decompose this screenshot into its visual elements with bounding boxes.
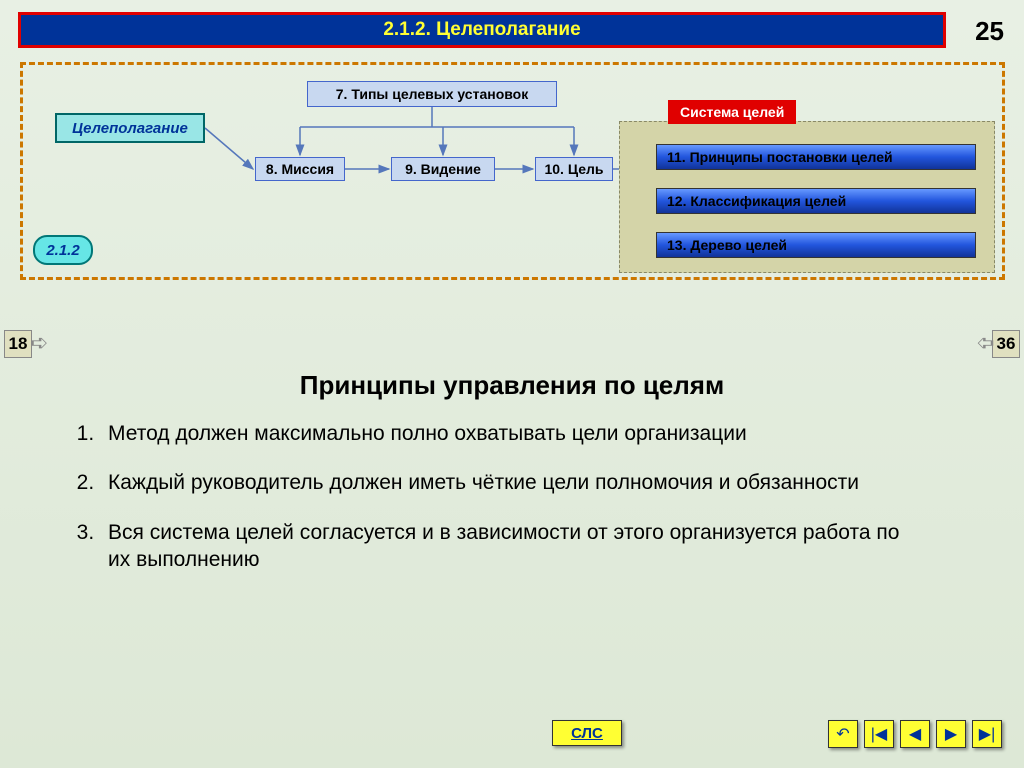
diagram-types-box[interactable]: 7. Типы целевых установок bbox=[307, 81, 557, 107]
diagram-root-box[interactable]: Целеполагание bbox=[55, 113, 205, 143]
nav-next-label: 36 bbox=[997, 334, 1016, 354]
header-bar: 2.1.2. Целеполагание bbox=[18, 12, 946, 48]
system-item-label: 11. Принципы постановки целей bbox=[667, 149, 893, 165]
sls-button[interactable]: СЛС bbox=[552, 720, 622, 746]
nav-controls: ↶ |◀ ◀ ▶ ▶| bbox=[828, 720, 1002, 748]
nav-prev-page[interactable]: 18 bbox=[4, 330, 32, 358]
principle-item: Каждый руководитель должен иметь чёткие … bbox=[100, 469, 920, 496]
system-panel-label: Система целей bbox=[668, 100, 796, 124]
back-icon: ↶ bbox=[836, 724, 849, 744]
system-item-tree[interactable]: 13. Дерево целей bbox=[656, 232, 976, 258]
section-badge[interactable]: 2.1.2 bbox=[33, 235, 93, 265]
system-item-classification[interactable]: 12. Классификация целей bbox=[656, 188, 976, 214]
principles-list: Метод должен максимально полно охватыват… bbox=[100, 420, 920, 595]
header-title: 2.1.2. Целеполагание bbox=[383, 19, 580, 41]
diagram-types-label: 7. Типы целевых установок bbox=[336, 86, 528, 102]
sls-label: СЛС bbox=[571, 725, 603, 742]
section-badge-label: 2.1.2 bbox=[46, 242, 79, 259]
arrow-left-icon: ➪ bbox=[976, 330, 994, 356]
principle-item: Метод должен максимально полно охватыват… bbox=[100, 420, 920, 447]
last-icon: ▶| bbox=[979, 724, 995, 744]
nav-first-button[interactable]: |◀ bbox=[864, 720, 894, 748]
system-item-label: 12. Классификация целей bbox=[667, 193, 846, 209]
diagram-mission-label: 8. Миссия bbox=[266, 161, 334, 177]
system-item-label: 13. Дерево целей bbox=[667, 237, 787, 253]
system-item-principles[interactable]: 11. Принципы постановки целей bbox=[656, 144, 976, 170]
content-title: Принципы управления по целям bbox=[0, 370, 1024, 401]
diagram-vision-box[interactable]: 9. Видение bbox=[391, 157, 495, 181]
nav-prev-label: 18 bbox=[9, 334, 28, 354]
nav-next-button[interactable]: ▶ bbox=[936, 720, 966, 748]
prev-icon: ◀ bbox=[909, 724, 921, 744]
diagram-container: Целеполагание 7. Типы целевых установок … bbox=[20, 62, 1005, 280]
page-number: 25 bbox=[975, 16, 1004, 47]
diagram-mission-box[interactable]: 8. Миссия bbox=[255, 157, 345, 181]
system-panel: Система целей 11. Принципы постановки це… bbox=[619, 121, 995, 273]
diagram-vision-label: 9. Видение bbox=[405, 161, 481, 177]
diagram-goal-label: 10. Цель bbox=[544, 161, 603, 177]
next-icon: ▶ bbox=[945, 724, 957, 744]
nav-next-page[interactable]: 36 bbox=[992, 330, 1020, 358]
nav-back-button[interactable]: ↶ bbox=[828, 720, 858, 748]
nav-last-button[interactable]: ▶| bbox=[972, 720, 1002, 748]
arrow-right-icon: ➪ bbox=[30, 330, 48, 356]
diagram-root-label: Целеполагание bbox=[72, 120, 188, 137]
nav-prev-button[interactable]: ◀ bbox=[900, 720, 930, 748]
principle-item: Вся система целей согласуется и в зависи… bbox=[100, 519, 920, 574]
first-icon: |◀ bbox=[871, 724, 887, 744]
diagram-goal-box[interactable]: 10. Цель bbox=[535, 157, 613, 181]
